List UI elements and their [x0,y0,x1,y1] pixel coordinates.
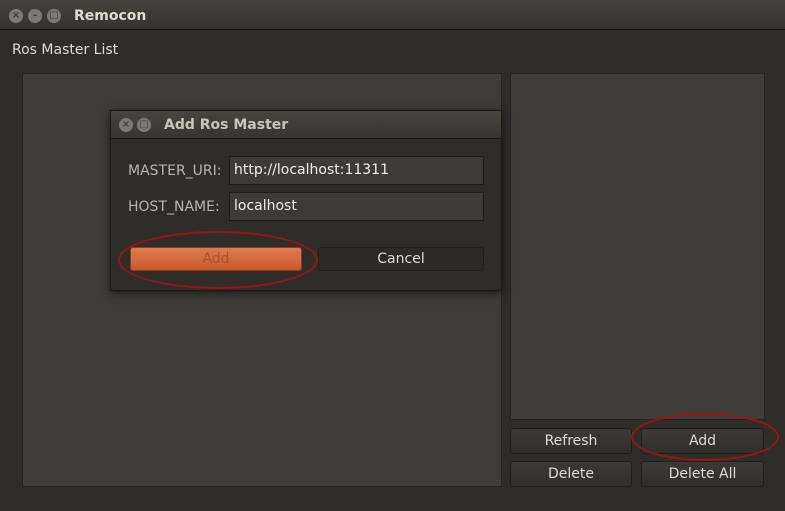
window-titlebar[interactable]: × – □ Remocon [0,0,785,30]
maximize-icon[interactable]: □ [137,118,151,132]
refresh-button[interactable]: Refresh [510,428,632,454]
add-button[interactable]: Add [641,428,764,454]
maximize-icon[interactable]: □ [47,9,61,23]
dialog-title: Add Ros Master [164,117,289,133]
host-name-label: HOST_NAME: [128,199,220,215]
window-title: Remocon [74,8,147,24]
close-icon[interactable]: × [9,9,23,23]
host-name-input[interactable]: localhost [229,192,484,221]
dialog-titlebar[interactable]: × □ Add Ros Master [111,111,501,139]
delete-button[interactable]: Delete [510,461,632,487]
master-details-panel[interactable] [510,73,765,420]
minimize-icon[interactable]: – [28,9,42,23]
dialog-cancel-button[interactable]: Cancel [318,247,484,271]
dialog-add-button[interactable]: Add [130,247,302,271]
add-ros-master-dialog: × □ Add Ros Master MASTER_URI: http://lo… [110,110,502,291]
section-label: Ros Master List [12,42,119,58]
master-uri-label: MASTER_URI: [128,163,222,179]
close-icon[interactable]: × [119,118,133,132]
delete-all-button[interactable]: Delete All [641,461,764,487]
master-uri-input[interactable]: http://localhost:11311 [229,156,484,185]
